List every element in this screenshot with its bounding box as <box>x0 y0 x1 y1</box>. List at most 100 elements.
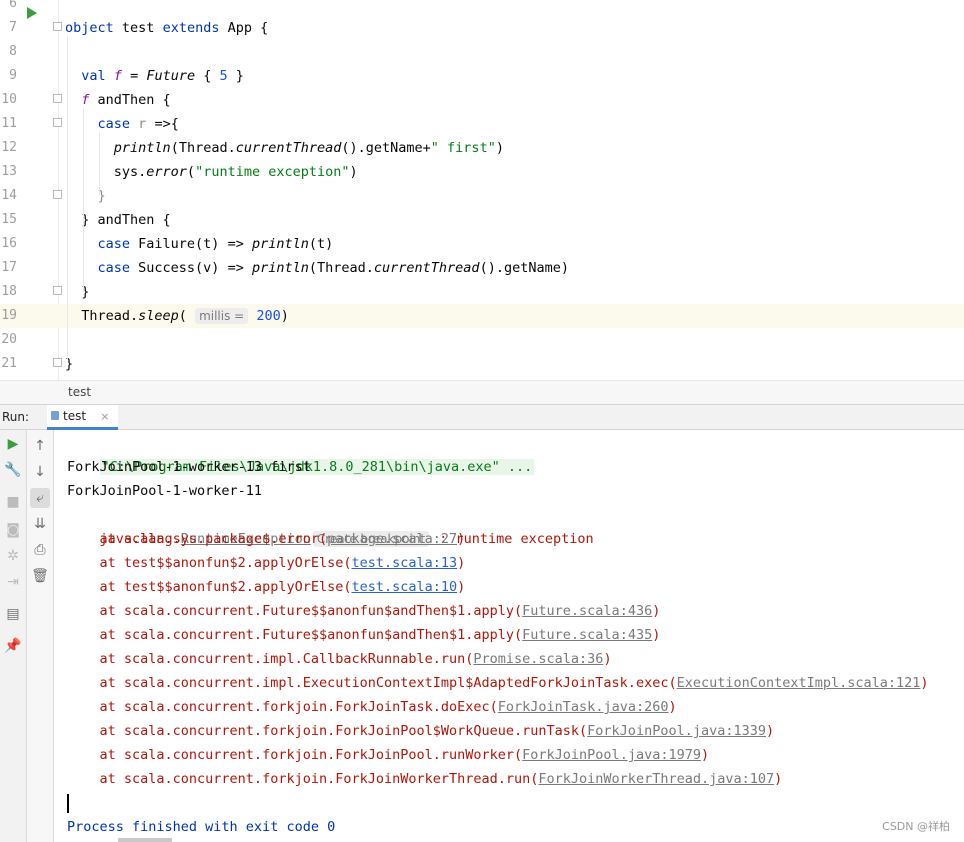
code-token: } <box>65 284 90 300</box>
scroll-to-end-icon[interactable]: ⇊ <box>30 514 50 534</box>
stack-frame-link[interactable]: ForkJoinPool.java:1979 <box>522 747 701 763</box>
line-number: 13 <box>1 164 17 179</box>
close-icon[interactable]: × <box>100 410 109 423</box>
indent-guide <box>99 132 100 196</box>
code-text: } <box>65 280 89 304</box>
layout-icon[interactable]: ▤ <box>3 604 23 624</box>
code-token: 5 <box>219 68 228 84</box>
code-line[interactable]: 6 <box>0 0 964 16</box>
code-line[interactable]: 17 case Success(v) => println(Thread.cur… <box>0 256 964 280</box>
code-text: val f = Future { 5 } <box>65 64 244 88</box>
code-line[interactable]: 20 <box>0 328 964 352</box>
up-arrow-icon[interactable]: ↑ <box>30 436 50 456</box>
rerun-icon[interactable]: ▶ <box>3 434 23 454</box>
fold-marker-icon[interactable] <box>53 358 62 367</box>
code-line[interactable]: 7 object test extends App { <box>0 16 964 40</box>
watermark: CSDN @祥柏 <box>882 820 950 833</box>
code-token: (Thread. <box>308 260 374 276</box>
code-text: Thread.sleep( millis = 200) <box>65 304 289 328</box>
login-icon[interactable]: ⇥ <box>3 572 23 592</box>
fold-marker-icon[interactable] <box>53 22 62 31</box>
console-output[interactable]: "C:\Program Files\Java\jdk1.8.0_281\bin\… <box>54 430 964 842</box>
code-line[interactable]: 15 } andThen { <box>0 208 964 232</box>
code-line[interactable]: 18 } <box>0 280 964 304</box>
stack-frame-close-paren: ) <box>700 747 710 763</box>
code-line[interactable]: 10 f andThen { <box>0 88 964 112</box>
camera-icon[interactable]: ◙ <box>3 520 23 540</box>
stack-frame-link[interactable]: Future.scala:435 <box>522 627 652 643</box>
stack-frame-close-paren: ) <box>652 603 661 619</box>
code-line[interactable]: 19 Thread.sleep( millis = 200) <box>0 304 964 328</box>
code-token: { <box>195 68 220 84</box>
down-arrow-icon[interactable]: ↓ <box>30 462 50 482</box>
soft-wrap-icon[interactable]: ⤶ <box>30 488 50 508</box>
code-line[interactable]: 12 println(Thread.currentThread().getNam… <box>0 136 964 160</box>
fold-marker-icon[interactable] <box>53 118 62 127</box>
code-token: ) <box>280 308 289 324</box>
code-editor[interactable]: 6 7 object test extends App {8 9 val f = Fu… <box>0 0 964 380</box>
stack-frame-link[interactable]: package.scala:27 <box>327 531 457 547</box>
code-line[interactable]: 14 } <box>0 184 964 208</box>
code-token: currentThread <box>373 260 480 276</box>
stack-frame-link[interactable]: test.scala:13 <box>351 555 457 571</box>
code-token: Future <box>146 68 196 84</box>
stack-frame: at scala.concurrent.forkjoin.ForkJoinTas… <box>67 695 677 719</box>
stack-frame-link[interactable]: test.scala:10 <box>351 579 457 595</box>
code-text: case Failure(t) => println(t) <box>65 232 334 256</box>
code-text: } andThen { <box>65 208 170 232</box>
breadcrumb[interactable]: test <box>68 385 91 399</box>
code-line[interactable]: 16 case Failure(t) => println(t) <box>0 232 964 256</box>
code-token: error <box>146 164 187 180</box>
code-token: ( <box>186 164 196 180</box>
stack-frame-method: at scala.concurrent.forkjoin.ForkJoinWor… <box>67 771 539 787</box>
stack-frame: at scala.concurrent.Future$$anonfun$andT… <box>67 623 661 647</box>
fold-marker-icon[interactable] <box>53 94 62 103</box>
fold-marker-icon[interactable] <box>53 190 62 199</box>
code-token: sleep <box>138 308 179 324</box>
exception-line: java.lang.RuntimeException Create breakpo… <box>67 503 594 547</box>
stack-frame-link[interactable]: ExecutionContextImpl.scala:121 <box>677 675 921 691</box>
stack-frame-link[interactable]: Promise.scala:36 <box>473 651 603 667</box>
tab-test[interactable]: test × <box>47 405 119 430</box>
code-line[interactable]: 9 val f = Future { 5 } <box>0 64 964 88</box>
stack-frame-link[interactable]: ForkJoinTask.java:260 <box>498 699 669 715</box>
code-line[interactable]: 8 <box>0 40 964 64</box>
trash-icon[interactable]: 🗑 <box>30 566 50 586</box>
stack-frame: at scala.concurrent.impl.CallbackRunnabl… <box>67 647 612 671</box>
stop-icon[interactable]: ■ <box>3 492 23 512</box>
console-line: ForkJoinPool-1-worker-13 first <box>67 459 311 475</box>
line-number: 15 <box>1 212 17 227</box>
horizontal-scrollbar[interactable] <box>118 838 172 842</box>
stack-frame-link[interactable]: Future.scala:436 <box>522 603 652 619</box>
stack-frame-link[interactable]: ForkJoinPool.java:1339 <box>587 723 766 739</box>
code-token: f <box>113 68 122 84</box>
line-number: 17 <box>1 260 17 275</box>
stack-frame-method: at scala.concurrent.forkjoin.ForkJoinPoo… <box>67 747 523 763</box>
stack-frame-close-paren: ) <box>603 651 612 667</box>
stack-frame-method: at scala.concurrent.Future$$anonfun$andT… <box>67 627 523 643</box>
code-line[interactable]: 13 sys.error("runtime exception") <box>0 160 964 184</box>
pin-icon[interactable]: 📌 <box>3 636 23 656</box>
fold-marker-icon[interactable] <box>53 286 62 295</box>
stack-frame-method: at test$$anonfun$2.applyOrElse( <box>67 555 352 571</box>
code-token: } <box>227 68 244 84</box>
code-token: ().getName+ <box>341 140 431 156</box>
exit-icon[interactable]: ✲ <box>3 546 23 566</box>
code-line[interactable]: 21} <box>0 352 964 376</box>
line-number: 7 <box>9 20 17 35</box>
stack-frame-close-paren: ) <box>765 723 775 739</box>
stack-frame-link[interactable]: ForkJoinWorkerThread.java:107 <box>538 771 774 787</box>
print-icon[interactable]: ⎙ <box>30 540 50 560</box>
stack-frame-method: at scala.concurrent.forkjoin.ForkJoinPoo… <box>67 723 588 739</box>
stack-frame-method: at scala.sys.package$.error( <box>67 531 328 547</box>
code-line[interactable]: 11 case r =>{ <box>0 112 964 136</box>
run-gutter-icon[interactable] <box>27 7 37 19</box>
code-text: f andThen { <box>65 88 170 112</box>
wrench-icon[interactable]: 🔧 <box>3 460 23 480</box>
stack-frame-close-paren: ) <box>457 555 466 571</box>
stack-frame-method: at scala.concurrent.Future$$anonfun$andT… <box>67 603 523 619</box>
